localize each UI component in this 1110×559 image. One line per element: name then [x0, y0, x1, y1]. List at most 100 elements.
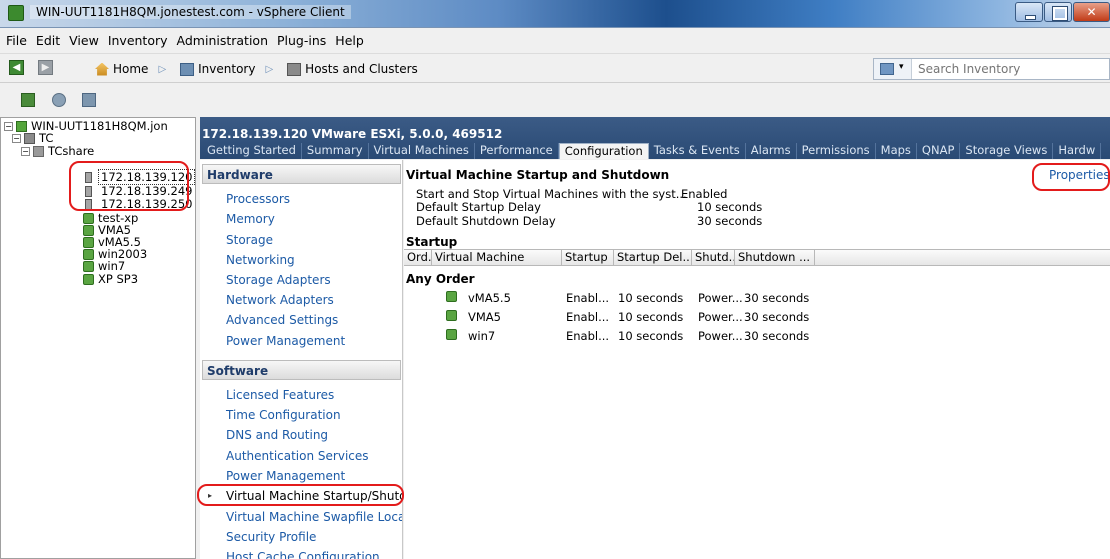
panel-title: Virtual Machine Startup and Shutdown: [406, 168, 670, 182]
vm-icon: [83, 273, 94, 285]
vm-icon: [446, 329, 457, 340]
link-power-management-sw[interactable]: Power Management: [226, 469, 345, 483]
back-arrow-icon[interactable]: ◀: [9, 60, 24, 75]
menu-edit[interactable]: Edit: [36, 33, 60, 48]
tree-item-host[interactable]: 172.18.139.250: [83, 197, 192, 211]
setting-value-shutdown-delay: 30 seconds: [697, 214, 763, 228]
link-processors[interactable]: Processors: [226, 192, 290, 206]
cell-shutdown: Power...: [698, 329, 743, 343]
vm-icon: [83, 212, 94, 224]
link-memory[interactable]: Memory: [226, 212, 275, 226]
link-security-profile[interactable]: Security Profile: [226, 530, 316, 544]
tree-item-cluster[interactable]: − TCshare: [21, 144, 94, 158]
startup-grid-header: Ord... Virtual Machine Startup Startup D…: [404, 249, 1110, 266]
link-storage[interactable]: Storage: [226, 233, 273, 247]
datacenter-icon: [24, 132, 35, 144]
link-dns-routing[interactable]: DNS and Routing: [226, 428, 328, 442]
collapse-icon[interactable]: −: [12, 133, 21, 143]
tab-hardware-status[interactable]: Hardw: [1053, 143, 1102, 159]
column-shutdown-delay[interactable]: Shutdown ...: [735, 250, 815, 266]
column-virtual-machine[interactable]: Virtual Machine: [432, 250, 562, 266]
tree-item-host[interactable]: 172.18.139.249: [83, 184, 192, 198]
link-power-management-hw[interactable]: Power Management: [226, 334, 345, 348]
menu-administration[interactable]: Administration: [177, 33, 268, 48]
tab-getting-started[interactable]: Getting Started: [202, 143, 302, 159]
setting-label-startup-delay: Default Startup Delay: [416, 200, 541, 214]
tree-item-host[interactable]: 172.18.139.120: [83, 169, 195, 185]
link-licensed-features[interactable]: Licensed Features: [226, 388, 334, 402]
table-row[interactable]: win7 Enabl... 10 seconds Power... 30 sec…: [404, 329, 1110, 345]
tab-performance[interactable]: Performance: [475, 143, 559, 159]
tab-summary[interactable]: Summary: [302, 143, 369, 159]
menu-inventory[interactable]: Inventory: [108, 33, 168, 48]
tree-label-host: 172.18.139.250: [101, 197, 193, 211]
configuration-nav: Hardware Processors Memory Storage Netwo…: [200, 160, 403, 559]
tab-tasks-events[interactable]: Tasks & Events: [649, 143, 746, 159]
cell-startup-delay: 10 seconds: [618, 310, 684, 324]
setting-label-autostart: Start and Stop Virtual Machines with the…: [416, 187, 687, 201]
link-vm-swapfile-location[interactable]: Virtual Machine Swapfile Locati: [226, 510, 402, 524]
link-network-adapters[interactable]: Network Adapters: [226, 293, 334, 307]
tree-item-datacenter[interactable]: − TC: [12, 131, 53, 145]
breadcrumb: Home ▷ Inventory ▷ Hosts and Clusters: [83, 59, 418, 79]
host-icon: [85, 171, 92, 183]
tab-qnap[interactable]: QNAP: [917, 143, 961, 159]
maximize-button[interactable]: [1044, 2, 1072, 22]
tree-item-vm[interactable]: XP SP3: [83, 272, 138, 286]
vm-icon: [83, 236, 94, 248]
tree-label-datacenter: TC: [39, 131, 54, 145]
menu-help[interactable]: Help: [335, 33, 364, 48]
tab-alarms[interactable]: Alarms: [746, 143, 797, 159]
cell-shutdown: Power...: [698, 310, 743, 324]
collapse-icon[interactable]: −: [4, 121, 13, 131]
breadcrumb-separator-icon: ▷: [265, 63, 274, 75]
hosts-clusters-icon: [287, 62, 302, 76]
cluster-icon: [33, 145, 44, 157]
link-advanced-settings[interactable]: Advanced Settings: [226, 313, 338, 327]
vsphere-app-icon: [8, 5, 24, 21]
new-cluster-icon[interactable]: [82, 93, 96, 107]
breadcrumb-inventory[interactable]: Inventory: [198, 62, 255, 76]
link-authentication-services[interactable]: Authentication Services: [226, 449, 369, 463]
column-startup[interactable]: Startup: [562, 250, 614, 266]
breadcrumb-home[interactable]: Home: [113, 62, 148, 76]
cell-shutdown-delay: 30 seconds: [744, 291, 810, 305]
breadcrumb-hosts-clusters[interactable]: Hosts and Clusters: [305, 62, 418, 76]
column-order[interactable]: Ord...: [404, 250, 432, 266]
new-datacenter-icon[interactable]: [21, 93, 35, 107]
cell-vm-name: vMA5.5: [468, 291, 511, 305]
search-scope-dropdown[interactable]: ▾: [874, 59, 912, 79]
column-startup-delay[interactable]: Startup Del...: [614, 250, 692, 266]
tab-permissions[interactable]: Permissions: [797, 143, 876, 159]
table-row[interactable]: VMA5 Enabl... 10 seconds Power... 30 sec…: [404, 310, 1110, 326]
menu-file[interactable]: File: [6, 33, 27, 48]
vm-icon: [446, 310, 457, 321]
link-networking[interactable]: Networking: [226, 253, 295, 267]
tab-virtual-machines[interactable]: Virtual Machines: [369, 143, 475, 159]
minimize-button[interactable]: [1015, 2, 1043, 22]
cell-shutdown: Power...: [698, 291, 743, 305]
menu-view[interactable]: View: [69, 33, 99, 48]
link-time-configuration[interactable]: Time Configuration: [226, 408, 341, 422]
tree-label-vm: XP SP3: [98, 272, 139, 286]
collapse-icon[interactable]: −: [21, 146, 30, 156]
search-input[interactable]: [918, 60, 1108, 78]
tab-configuration[interactable]: Configuration: [558, 143, 649, 159]
column-shutdown[interactable]: Shutd...: [692, 250, 735, 266]
close-button[interactable]: ✕: [1073, 2, 1110, 22]
navigation-bar: ◀ ▶ Home ▷ Inventory ▷ Hosts and Cluster…: [0, 53, 1110, 83]
tree-item-vm[interactable]: win7: [83, 259, 125, 273]
tab-storage-views[interactable]: Storage Views: [960, 143, 1054, 159]
link-storage-adapters[interactable]: Storage Adapters: [226, 273, 331, 287]
properties-link[interactable]: Properties: [1049, 168, 1110, 182]
menu-plugins[interactable]: Plug-ins: [277, 33, 326, 48]
link-vm-startup-shutdown[interactable]: Virtual Machine Startup/Shutd: [226, 489, 402, 503]
breadcrumb-separator-icon: ▷: [158, 63, 167, 75]
tree-label-host: 172.18.139.249: [101, 184, 193, 198]
vm-icon: [83, 248, 94, 260]
tab-maps[interactable]: Maps: [876, 143, 917, 159]
add-host-icon[interactable]: [52, 93, 66, 107]
forward-arrow-icon[interactable]: ▶: [38, 60, 53, 75]
link-host-cache-configuration[interactable]: Host Cache Configuration: [226, 550, 380, 559]
table-row[interactable]: vMA5.5 Enabl... 10 seconds Power... 30 s…: [404, 291, 1110, 307]
